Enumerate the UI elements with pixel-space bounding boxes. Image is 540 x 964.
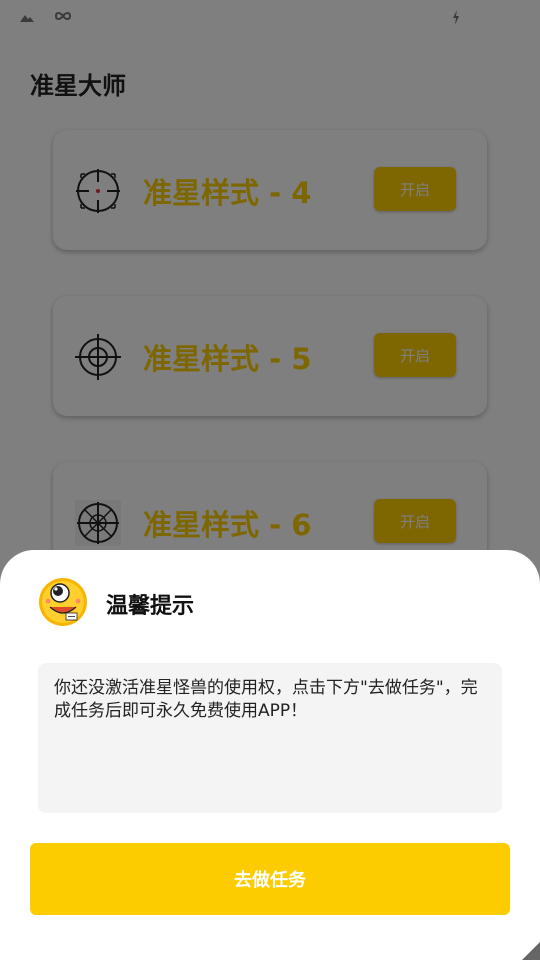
monster-avatar-icon: [38, 577, 88, 627]
resize-corner-icon: [522, 942, 540, 960]
tip-dialog: 温馨提示 你还没激活准星怪兽的使用权，点击下方"去做任务"，完成任务后即可永久免…: [0, 550, 540, 960]
dialog-title: 温馨提示: [106, 594, 195, 619]
dialog-message: 你还没激活准星怪兽的使用权，点击下方"去做任务"，完成任务后即可永久免费使用AP…: [38, 663, 502, 813]
do-task-button[interactable]: 去做任务: [30, 843, 510, 915]
